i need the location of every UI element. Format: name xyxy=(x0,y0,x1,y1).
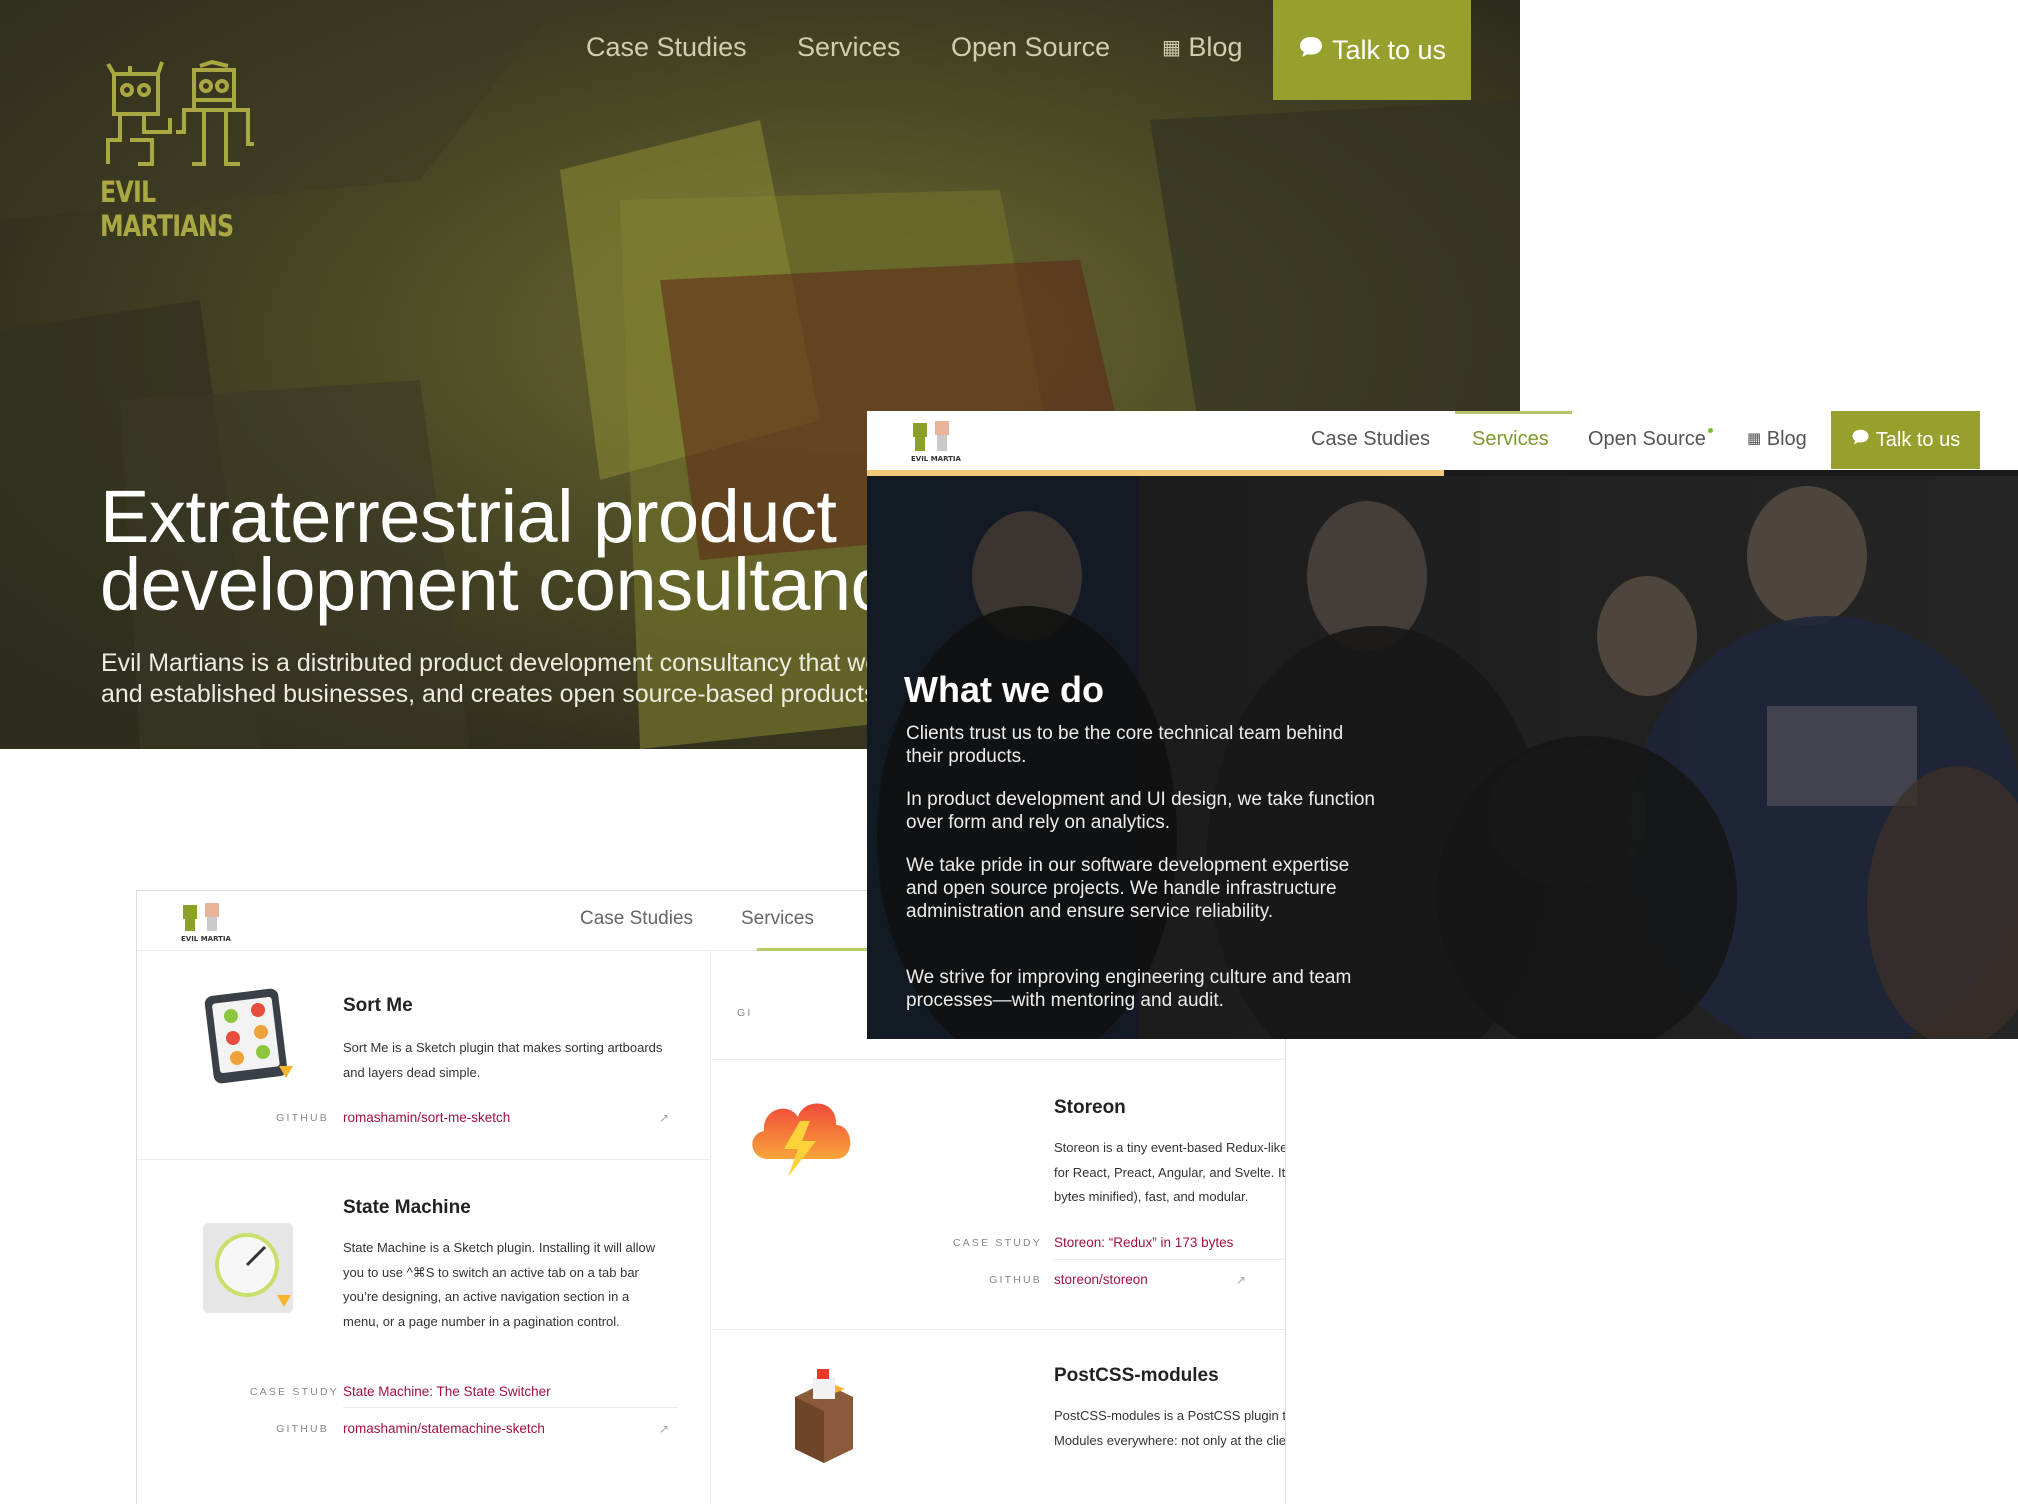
project-card-state-machine: State Machine State Machine is a Sketch … xyxy=(137,1159,710,1504)
github-label-partial: GI xyxy=(737,1007,753,1019)
github-link-storeon[interactable]: storeon/storeon xyxy=(1054,1272,1148,1287)
hero-title: Extraterrestrial product development con… xyxy=(100,480,924,622)
external-link-icon[interactable]: ↗ xyxy=(659,1422,669,1436)
small-logo[interactable]: EVIL MARTIANS xyxy=(909,419,972,470)
nav-open-source[interactable]: Open Source xyxy=(1588,428,1713,451)
blog-icon: ▦ xyxy=(1747,430,1762,447)
nav-open-source-label: Open Source xyxy=(1588,428,1706,450)
reading-progress-track xyxy=(1444,470,2018,476)
nav-blog[interactable]: ▦ Blog xyxy=(1747,428,1807,451)
paragraph-2: In product development and UI design, we… xyxy=(906,789,1375,833)
what-we-do-header: EVIL MARTIANS Case Studies Services Open… xyxy=(867,411,2018,475)
card-description-storeon: Storeon is a tiny event-based Redux-like… xyxy=(1054,1140,1286,1204)
sort-me-app-icon xyxy=(204,988,293,1084)
blog-icon: ▦ xyxy=(1162,37,1181,59)
case-study-label: CASE STUDY xyxy=(249,1386,339,1398)
martians-logo-icon: EVIL MARTIANS xyxy=(911,421,972,463)
small-logo[interactable]: EVIL MARTIANS xyxy=(179,901,242,948)
nav-case-studies[interactable]: Case Studies xyxy=(580,908,693,930)
logo-wordmark: EVIL MARTIANS xyxy=(100,175,234,243)
github-link[interactable]: romashamin/statemachine-sketch xyxy=(343,1421,545,1436)
talk-to-us-button[interactable]: Talk to us xyxy=(1273,0,1471,100)
what-we-do-screenshot: EVIL MARTIANS Case Studies Services Open… xyxy=(867,411,2018,1039)
meta-separator xyxy=(343,1407,678,1408)
talk-to-us-label: Talk to us xyxy=(1875,428,1961,451)
paragraph-4: We strive for improving engineering cult… xyxy=(906,967,1352,1011)
postcss-modules-icon xyxy=(795,1369,853,1463)
card-title: Sort Me xyxy=(343,995,413,1016)
case-study-label: CASE STUDY xyxy=(952,1237,1042,1249)
martians-logo-icon: EVIL MARTIANS xyxy=(181,903,242,943)
external-link-icon[interactable]: ↗ xyxy=(1236,1273,1246,1287)
hero-top-nav: Case Studies Services Open Source ▦ Blog… xyxy=(0,0,1520,100)
case-study-link-storeon[interactable]: Storeon: “Redux” in 173 bytes xyxy=(1054,1235,1233,1250)
card-description-postcss-modules: PostCSS-modules is a PostCSS plugin to u… xyxy=(1054,1408,1286,1448)
nav-case-studies[interactable]: Case Studies xyxy=(1311,428,1430,451)
card-description: State Machine is a Sketch plugin. Instal… xyxy=(343,1240,656,1329)
nav-blog[interactable]: ▦ Blog xyxy=(1162,32,1242,63)
section-title: What we do xyxy=(904,669,1104,710)
active-section-underline xyxy=(757,948,877,951)
nav-case-studies[interactable]: Case Studies xyxy=(586,32,747,63)
nav-services[interactable]: Services xyxy=(797,32,901,63)
storeon-cloud-lightning-icon xyxy=(752,1103,851,1177)
state-machine-app-icon xyxy=(203,1223,293,1313)
nav-services[interactable]: Services xyxy=(1472,428,1549,451)
new-indicator-dot xyxy=(1707,428,1713,433)
reading-progress-bar xyxy=(867,470,1444,476)
svg-text:EVIL MARTIANS: EVIL MARTIANS xyxy=(181,935,231,943)
paragraph-1: Clients trust us to be the core technica… xyxy=(906,723,1344,767)
card-title: State Machine xyxy=(343,1197,471,1218)
talk-to-us-label: Talk to us xyxy=(1331,34,1447,65)
hero-title-line2: development consultancy xyxy=(100,543,924,626)
card-title-storeon: Storeon xyxy=(1054,1097,1126,1118)
nav-open-source[interactable]: Open Source xyxy=(951,32,1110,63)
active-nav-indicator xyxy=(1455,411,1572,414)
paragraph-3: We take pride in our software developmen… xyxy=(906,855,1350,922)
nav-blog-label: Blog xyxy=(1188,32,1243,62)
github-label: GITHUB xyxy=(989,1274,1042,1286)
meta-separator xyxy=(1054,1259,1285,1260)
nav-services[interactable]: Services xyxy=(741,908,814,930)
chat-bubble-icon xyxy=(1298,35,1324,66)
card-description: Sort Me is a Sketch plugin that makes so… xyxy=(343,1040,663,1080)
case-study-link[interactable]: State Machine: The State Switcher xyxy=(343,1384,551,1399)
github-link[interactable]: romashamin/sort-me-sketch xyxy=(343,1110,510,1125)
svg-text:EVIL MARTIANS: EVIL MARTIANS xyxy=(911,455,961,463)
chat-bubble-icon xyxy=(1851,428,1870,452)
github-label: GITHUB xyxy=(276,1112,329,1124)
project-card-sort-me: Sort Me Sort Me is a Sketch plugin that … xyxy=(137,951,710,1169)
card-title-postcss-modules: PostCSS-modules xyxy=(1054,1365,1219,1386)
talk-to-us-button[interactable]: Talk to us xyxy=(1831,411,1980,469)
nav-blog-label: Blog xyxy=(1766,428,1807,450)
github-label: GITHUB xyxy=(276,1423,329,1435)
card-separator xyxy=(710,1329,1285,1330)
hero-subtitle-line2: and established businesses, and creates … xyxy=(101,680,877,708)
external-link-icon[interactable]: ↗ xyxy=(659,1111,669,1125)
